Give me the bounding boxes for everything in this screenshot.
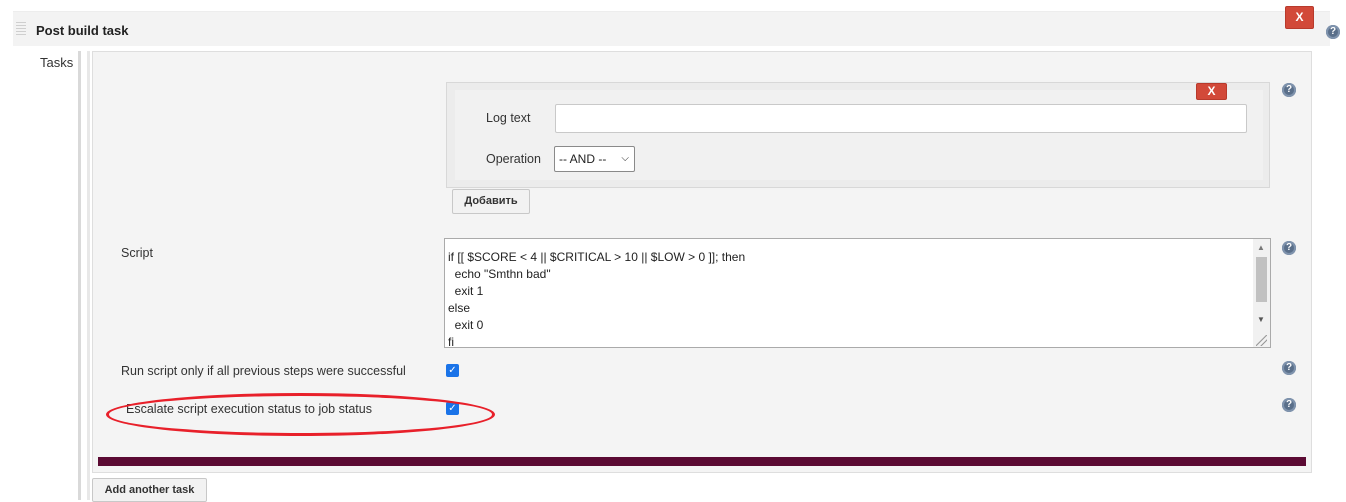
script-label: Script (121, 246, 153, 260)
script-textarea[interactable]: if [[ $SCORE < 4 || $CRITICAL > 10 || $L… (444, 238, 1271, 348)
run-only-success-help-icon[interactable]: ? (1282, 361, 1296, 375)
delete-log-text-button[interactable]: X (1196, 83, 1227, 100)
log-text-help-icon[interactable]: ? (1282, 83, 1296, 97)
script-content: if [[ $SCORE < 4 || $CRITICAL > 10 || $L… (448, 249, 746, 348)
operation-select[interactable]: -- AND -- ⌵ (554, 146, 635, 172)
resize-handle-icon[interactable] (1256, 335, 1267, 346)
log-text-input[interactable] (555, 104, 1247, 133)
operation-selected-value: -- AND -- (559, 152, 607, 166)
post-build-task-header: Post build task (13, 11, 1330, 46)
escalate-status-help-icon[interactable]: ? (1282, 398, 1296, 412)
run-only-success-checkbox[interactable]: ✓ (446, 364, 459, 377)
script-line: exit 0 (448, 318, 484, 332)
script-line: echo "Smthn bad" (448, 267, 551, 281)
scroll-up-icon[interactable]: ▲ (1257, 243, 1265, 252)
script-line: exit 1 (448, 284, 484, 298)
section-help-icon[interactable]: ? (1326, 25, 1340, 39)
operation-label: Operation (486, 152, 541, 166)
separator-bar (98, 457, 1306, 466)
tasks-label: Tasks (40, 55, 74, 70)
script-line: if [[ $SCORE < 4 || $CRITICAL > 10 || $L… (448, 250, 746, 264)
chevron-down-icon: ⌵ (621, 153, 629, 164)
add-another-task-button[interactable]: Add another task (92, 478, 207, 502)
scroll-down-icon[interactable]: ▼ (1257, 315, 1265, 324)
highlight-annotation (106, 393, 495, 436)
log-text-label: Log text (486, 111, 531, 125)
add-button[interactable]: Добавить (452, 189, 530, 214)
script-line: else (448, 301, 471, 315)
tasks-frame (78, 51, 90, 500)
script-scrollbar[interactable]: ▲ ▼ (1253, 239, 1270, 347)
check-icon: ✓ (448, 365, 457, 376)
run-only-success-label: Run script only if all previous steps we… (121, 364, 406, 378)
delete-section-button[interactable]: X (1285, 6, 1314, 29)
section-title: Post build task (36, 23, 129, 38)
script-line: fi (448, 335, 454, 348)
scroll-thumb[interactable] (1256, 257, 1267, 302)
script-help-icon[interactable]: ? (1282, 241, 1296, 255)
drag-handle-icon[interactable] (16, 22, 26, 36)
